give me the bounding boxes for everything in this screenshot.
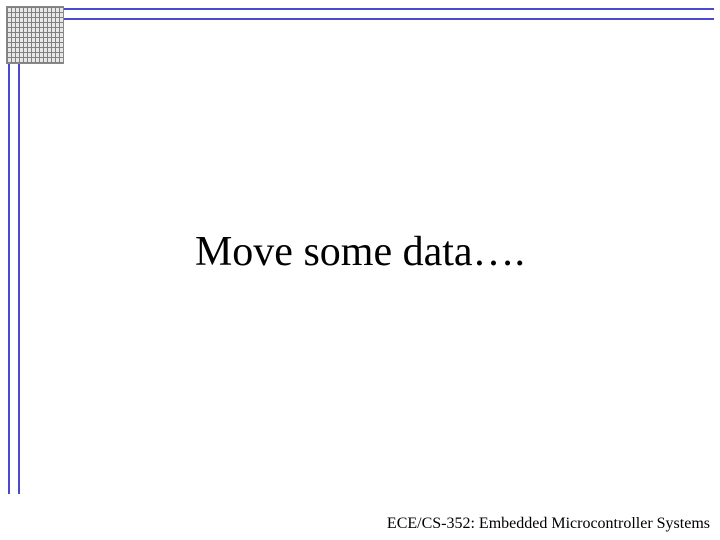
- left-rule-outer: [8, 64, 10, 494]
- top-rule-outer: [64, 8, 714, 10]
- left-rule-inner: [18, 64, 20, 494]
- slide-title: Move some data….: [0, 228, 720, 276]
- slide-footer: ECE/CS-352: Embedded Microcontroller Sys…: [40, 515, 710, 533]
- chip-logo: [6, 6, 64, 64]
- top-rule-inner: [64, 18, 714, 20]
- chip-pattern: [7, 7, 63, 63]
